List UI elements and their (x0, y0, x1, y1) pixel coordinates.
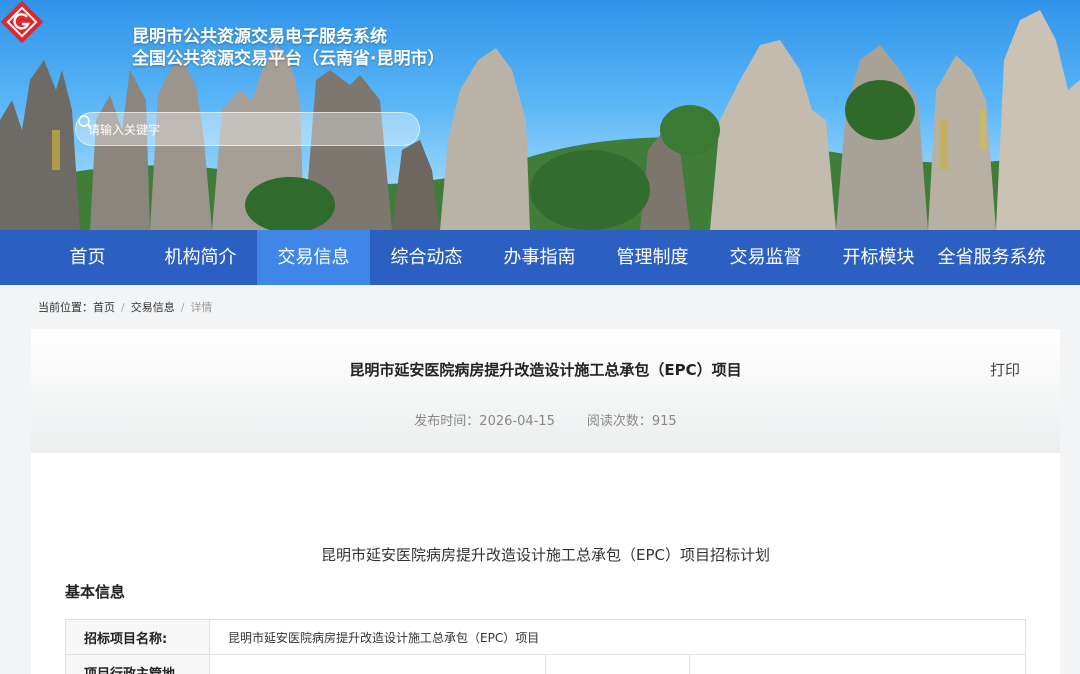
site-title-line2: 全国公共资源交易平台（云南省·昆明市） (132, 49, 445, 69)
nav-item-bid-opening[interactable]: 开标模块 (822, 230, 935, 285)
basic-info-table: 招标项目名称: 昆明市延安医院病房提升改造设计施工总承包（EPC）项目 项目行政… (65, 619, 1026, 674)
publish-date: 发布时间：2026-04-15 (414, 414, 555, 429)
article-title: 昆明市延安医院病房提升改造设计施工总承包（EPC）项目 (349, 361, 742, 379)
breadcrumb-current: 详情 (190, 301, 213, 314)
row-value: 昆明市延安医院病房提升改造设计施工总承包（EPC）项目 (209, 619, 1026, 655)
site-title: 昆明市公共资源交易电子服务系统 全国公共资源交易平台（云南省·昆明市） (132, 26, 444, 70)
article-meta: 发布时间：2026-04-15 阅读次数：915 (31, 410, 1060, 429)
row-label: 项目行政主管地 (65, 654, 210, 674)
view-count: 阅读次数：915 (586, 414, 677, 429)
search-input[interactable] (88, 120, 378, 140)
row-cell-empty (689, 654, 1026, 674)
row-value (209, 654, 546, 674)
header-banner: 昆明市公共资源交易电子服务系统 全国公共资源交易平台（云南省·昆明市） (0, 0, 1080, 230)
breadcrumb-separator: / (180, 301, 185, 314)
print-button[interactable]: 打印 (990, 359, 1020, 380)
nav-item-guide[interactable]: 办事指南 (483, 230, 596, 285)
main-nav: 首页 机构简介 交易信息 综合动态 办事指南 管理制度 交易监督 开标模块 全省… (0, 230, 1080, 285)
document-title: 昆明市延安医院病房提升改造设计施工总承包（EPC）项目招标计划 (321, 546, 770, 564)
nav-item-rules[interactable]: 管理制度 (596, 230, 709, 285)
breadcrumb-section[interactable]: 交易信息 (131, 301, 175, 314)
nav-item-home[interactable]: 首页 (31, 230, 144, 285)
section-title-basic-info: 基本信息 (65, 583, 126, 601)
nav-item-province-system[interactable]: 全省服务系统 (935, 230, 1048, 285)
row-label: 招标项目名称: (65, 619, 210, 655)
article-card: 昆明市延安医院病房提升改造设计施工总承包（EPC）项目 打印 发布时间：2026… (31, 329, 1060, 674)
breadcrumb: 当前位置：首页 / 交易信息 / 详情 (38, 299, 212, 315)
search-icon[interactable] (76, 113, 94, 131)
table-row: 招标项目名称: 昆明市延安医院病房提升改造设计施工总承包（EPC）项目 (65, 619, 1026, 655)
nav-item-supervision[interactable]: 交易监督 (709, 230, 822, 285)
site-logo-icon[interactable] (0, 0, 44, 44)
nav-item-about[interactable]: 机构简介 (144, 230, 257, 285)
row-cell-empty (545, 654, 690, 674)
breadcrumb-separator: / (121, 301, 125, 314)
table-row: 项目行政主管地 (65, 654, 1026, 674)
nav-item-news[interactable]: 综合动态 (370, 230, 483, 285)
breadcrumb-home[interactable]: 首页 (93, 301, 115, 314)
search-box (75, 112, 420, 146)
article-header: 昆明市延安医院病房提升改造设计施工总承包（EPC）项目 打印 发布时间：2026… (31, 329, 1060, 453)
nav-item-trade-info[interactable]: 交易信息 (257, 230, 370, 285)
site-title-line1: 昆明市公共资源交易电子服务系统 (132, 27, 387, 47)
breadcrumb-prefix: 当前位置： (38, 301, 93, 314)
